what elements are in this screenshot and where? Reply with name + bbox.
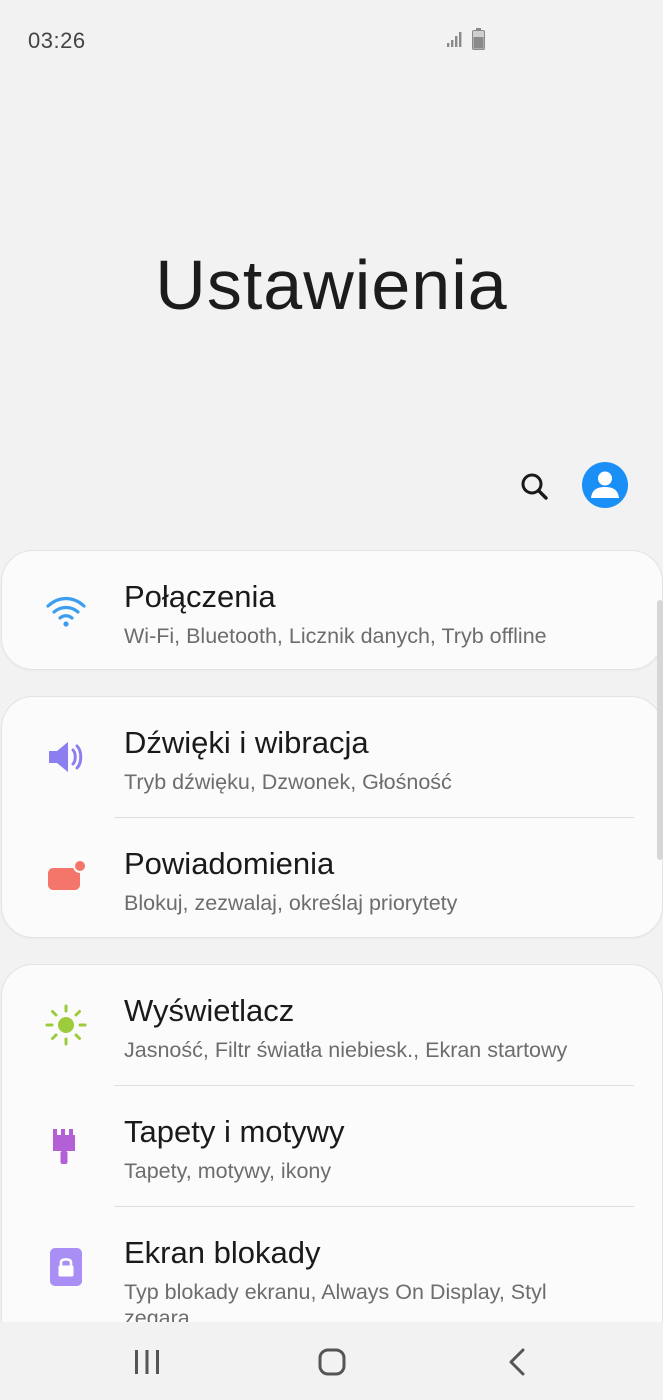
recents-icon[interactable] [127,1342,167,1382]
settings-item-subtitle: Jasność, Filtr światła niebiesk., Ekran … [124,1038,568,1062]
settings-item-subtitle: Blokuj, zezwalaj, określaj priorytety [124,891,458,915]
settings-item-lock-screen[interactable]: Ekran blokady Typ blokady ekranu, Always… [2,1207,663,1322]
signal-icon [447,32,462,47]
settings-item-title: Powiadomienia [124,846,335,881]
status-time: 03:26 [28,28,86,53]
settings-group-sounds: Dźwięki i wibracja Tryb dźwięku, Dzwonek… [1,696,663,938]
settings-list: Połączenia Wi-Fi, Bluetooth, Licznik dan… [0,550,663,1322]
settings-screen: 03:26 Ustawienia Połączenia Wi-Fi, Bluet… [0,0,663,1400]
settings-item-title: Wyświetlacz [124,993,295,1028]
settings-item-wallpapers[interactable]: Tapety i motywy Tapety, motywy, ikony [2,1086,663,1206]
wifi-icon [46,596,86,627]
settings-item-subtitle: Tryb dźwięku, Dzwonek, Głośność [124,770,452,794]
volume-icon [49,742,83,772]
settings-group-connections: Połączenia Wi-Fi, Bluetooth, Licznik dan… [1,550,663,670]
back-icon[interactable] [498,1342,538,1382]
settings-item-subtitle: Typ blokady ekranu, Always On Display, S… [124,1280,547,1322]
settings-item-title: Połączenia [124,579,276,614]
settings-item-title: Tapety i motywy [124,1114,345,1149]
settings-item-title: Ekran blokady [124,1235,321,1270]
lock-icon [50,1248,82,1286]
scrollbar[interactable] [657,600,663,860]
settings-group-display: Wyświetlacz Jasność, Filtr światła niebi… [1,964,663,1322]
navigation-bar [0,1322,663,1400]
page-title: Ustawienia [155,246,508,324]
notification-icon [48,859,87,890]
account-icon[interactable] [582,462,628,508]
settings-item-subtitle: Tapety, motywy, ikony [124,1159,332,1183]
person-icon [591,471,619,498]
brightness-icon [45,1004,87,1046]
paintbrush-icon [53,1129,75,1164]
settings-item-sounds[interactable]: Dźwięki i wibracja Tryb dźwięku, Dzwonek… [2,697,663,817]
settings-item-subtitle: Wi-Fi, Bluetooth, Licznik danych, Tryb o… [124,624,547,648]
search-icon[interactable] [514,466,554,506]
settings-item-connections[interactable]: Połączenia Wi-Fi, Bluetooth, Licznik dan… [2,551,663,671]
home-icon[interactable] [312,1342,352,1382]
settings-item-title: Dźwięki i wibracja [124,725,369,760]
status-bar: 03:26 [0,0,663,80]
settings-item-notifications[interactable]: Powiadomienia Blokuj, zezwalaj, określaj… [2,818,663,938]
settings-item-display[interactable]: Wyświetlacz Jasność, Filtr światła niebi… [2,965,663,1085]
battery-icon [472,28,485,50]
